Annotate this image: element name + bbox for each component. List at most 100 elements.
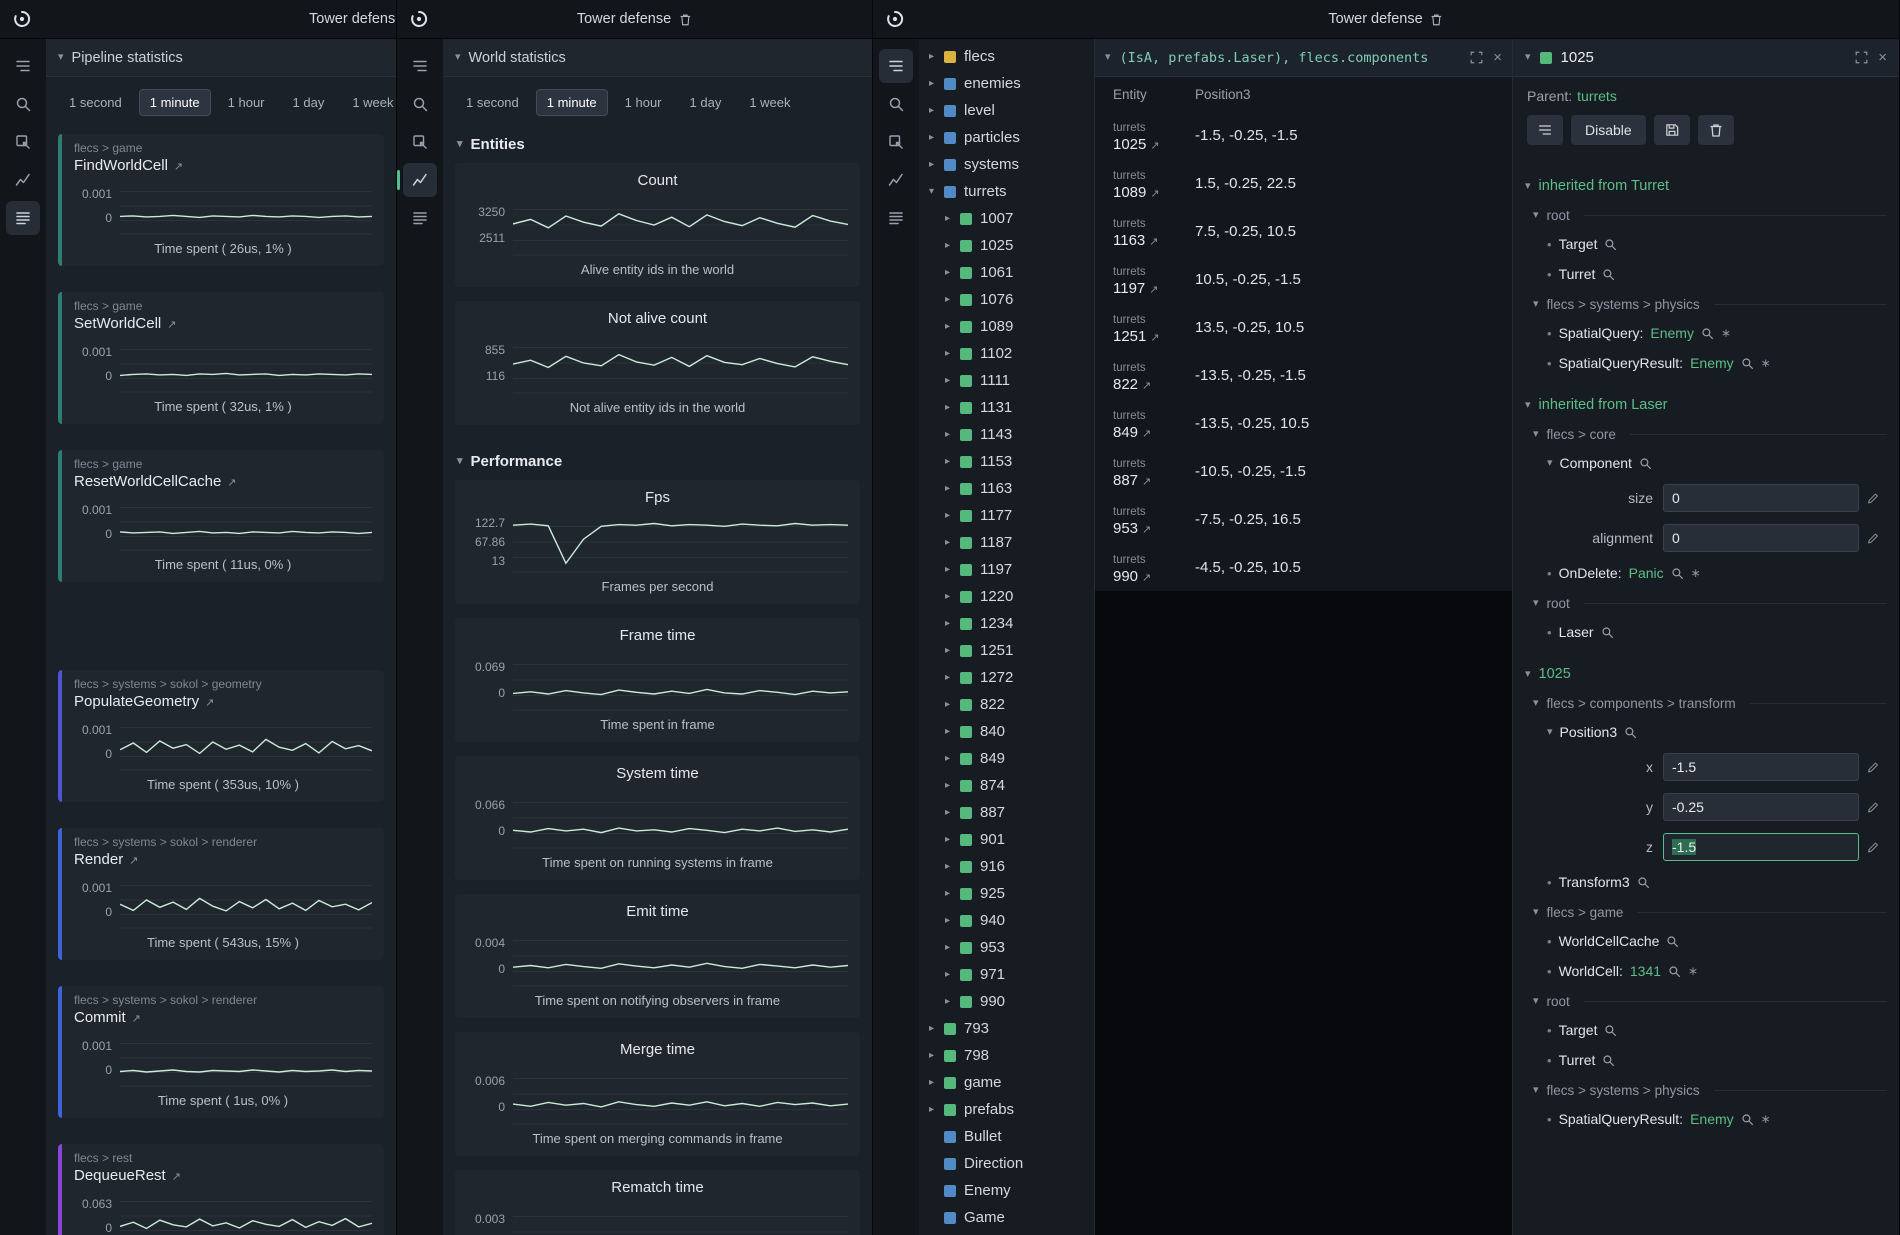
tree-item[interactable]: ▸ 1089 <box>919 313 1094 340</box>
entity-tree[interactable]: ▸ flecs ▸ enemies <box>919 39 1095 1235</box>
chevron-right-icon[interactable]: ▸ <box>945 645 960 656</box>
sidebar-icon-button[interactable] <box>879 163 913 197</box>
chevron-right-icon[interactable]: ▸ <box>945 888 960 899</box>
chevron-right-icon[interactable]: ▸ <box>945 753 960 764</box>
entity-id-link[interactable]: 1025 ↗ <box>1113 136 1195 153</box>
chevron-right-icon[interactable]: ▸ <box>945 726 960 737</box>
chevron-right-icon[interactable]: ▸ <box>945 483 960 494</box>
entity-id-link[interactable]: 953 ↗ <box>1113 520 1195 537</box>
edit-icon[interactable] <box>1859 531 1887 545</box>
disable-button[interactable]: Disable <box>1571 115 1646 145</box>
sidebar-icon-button[interactable] <box>403 201 437 235</box>
inspector-scope-row[interactable]: ▾ flecs > game <box>1513 897 1899 926</box>
query-row[interactable]: turrets 990 ↗ -4.5, -0.25, 10.5 <box>1095 543 1512 591</box>
tree-item[interactable]: ▸ 1102 <box>919 340 1094 367</box>
search-icon[interactable] <box>1639 457 1652 470</box>
inspector-section-header[interactable]: ▾ inherited from Turret <box>1513 167 1899 200</box>
chevron-down-icon[interactable]: ▾ <box>1525 400 1531 411</box>
sidebar-icon-button[interactable] <box>403 49 437 83</box>
tree-item[interactable]: Health <box>919 1231 1094 1235</box>
chevron-down-icon[interactable]: ▾ <box>1105 52 1111 63</box>
tree-item[interactable]: ▸ 1272 <box>919 664 1094 691</box>
search-icon[interactable] <box>1637 876 1650 889</box>
chevron-down-icon[interactable]: ▾ <box>455 52 461 63</box>
chevron-right-icon[interactable]: ▸ <box>945 780 960 791</box>
tree-item[interactable]: ▸ 1111 <box>919 367 1094 394</box>
entity-id-link[interactable]: 887 ↗ <box>1113 472 1195 489</box>
tree-item[interactable]: ▸ 901 <box>919 826 1094 853</box>
chevron-right-icon[interactable]: ▸ <box>929 1023 944 1034</box>
tree-item[interactable]: ▸ flecs <box>919 43 1094 70</box>
tree-item[interactable]: ▸ 1197 <box>919 556 1094 583</box>
tree-item[interactable]: ▸ 1061 <box>919 259 1094 286</box>
close-icon[interactable]: × <box>1878 49 1887 66</box>
tree-item[interactable]: ▸ prefabs <box>919 1096 1094 1123</box>
tree-item[interactable]: ▸ 971 <box>919 961 1094 988</box>
entity-id-link[interactable]: 822 ↗ <box>1113 376 1195 393</box>
chevron-right-icon[interactable]: ▸ <box>945 537 960 548</box>
component-row[interactable]: • WorldCellCache <box>1513 926 1899 956</box>
delete-button[interactable] <box>1698 115 1734 145</box>
external-link-icon[interactable]: ↗ <box>174 160 183 173</box>
chevron-right-icon[interactable]: ▸ <box>929 105 944 116</box>
search-icon[interactable] <box>1668 965 1681 978</box>
period-button[interactable]: 1 day <box>679 89 733 116</box>
chevron-right-icon[interactable]: ▸ <box>945 348 960 359</box>
chevron-down-icon[interactable]: ▾ <box>1533 299 1539 310</box>
sidebar-icon-button[interactable] <box>879 201 913 235</box>
edit-icon[interactable] <box>1859 800 1887 814</box>
sidebar-icon-button[interactable] <box>403 163 437 197</box>
query-row[interactable]: turrets 1089 ↗ 1.5, -0.25, 22.5 <box>1095 159 1512 207</box>
tree-item[interactable]: ▸ 1143 <box>919 421 1094 448</box>
tree-item[interactable]: Game <box>919 1204 1094 1231</box>
period-button[interactable]: 1 second <box>58 89 133 116</box>
entity-id-link[interactable]: 990 ↗ <box>1113 568 1195 585</box>
chevron-right-icon[interactable]: ▸ <box>945 969 960 980</box>
chevron-right-icon[interactable]: ▸ <box>945 429 960 440</box>
tree-item[interactable]: ▸ 1177 <box>919 502 1094 529</box>
component-row[interactable]: • Target <box>1513 1015 1899 1045</box>
edit-icon[interactable] <box>1859 840 1887 854</box>
search-icon[interactable] <box>1604 1024 1617 1037</box>
component-row[interactable]: • SpatialQueryResult: Enemy ∗ <box>1513 1104 1899 1134</box>
chevron-right-icon[interactable]: ▸ <box>945 618 960 629</box>
tree-item[interactable]: ▸ 990 <box>919 988 1094 1015</box>
chevron-down-icon[interactable]: ▾ <box>1533 598 1539 609</box>
save-button[interactable] <box>1654 115 1690 145</box>
chevron-right-icon[interactable]: ▸ <box>929 1104 944 1115</box>
close-icon[interactable]: × <box>1493 49 1502 66</box>
period-button[interactable]: 1 week <box>738 89 801 116</box>
component-expanded-row[interactable]: ▾ Position3 <box>1513 717 1899 747</box>
world-stat-cards[interactable]: ▾ Entities Count 3250 <box>443 122 872 1235</box>
sidebar-icon-button[interactable] <box>6 163 40 197</box>
search-icon[interactable] <box>1666 935 1679 948</box>
component-row[interactable]: • Turret <box>1513 1045 1899 1075</box>
chevron-down-icon[interactable]: ▾ <box>1525 52 1531 63</box>
tree-item[interactable]: ▸ 887 <box>919 799 1094 826</box>
trash-icon[interactable] <box>678 12 692 27</box>
tree-item[interactable]: ▸ 1163 <box>919 475 1094 502</box>
external-link-icon[interactable]: ↗ <box>167 318 176 331</box>
period-button[interactable]: 1 minute <box>536 89 608 116</box>
entity-id-link[interactable]: 1163 ↗ <box>1113 232 1195 249</box>
tree-item[interactable]: ▸ 1220 <box>919 583 1094 610</box>
query-row[interactable]: turrets 1251 ↗ 13.5, -0.25, 10.5 <box>1095 303 1512 351</box>
inspector-scope-row[interactable]: ▾ root <box>1513 588 1899 617</box>
period-button[interactable]: 1 second <box>455 89 530 116</box>
sidebar-icon-button[interactable] <box>6 125 40 159</box>
edit-icon[interactable] <box>1859 760 1887 774</box>
tree-item[interactable]: ▸ 822 <box>919 691 1094 718</box>
query-row[interactable]: turrets 1197 ↗ 10.5, -0.25, -1.5 <box>1095 255 1512 303</box>
search-icon[interactable] <box>1741 357 1754 370</box>
tree-item[interactable]: ▸ 1076 <box>919 286 1094 313</box>
tree-item[interactable]: Enemy <box>919 1177 1094 1204</box>
expand-icon[interactable] <box>1469 50 1484 65</box>
chevron-right-icon[interactable]: ▸ <box>945 861 960 872</box>
search-icon[interactable] <box>1624 726 1637 739</box>
component-row[interactable]: • Transform3 <box>1513 867 1899 897</box>
tree-item[interactable]: ▸ game <box>919 1069 1094 1096</box>
entity-id-link[interactable]: 1251 ↗ <box>1113 328 1195 345</box>
component-row[interactable]: • Laser <box>1513 617 1899 647</box>
sidebar-icon-button[interactable] <box>879 87 913 121</box>
field-input[interactable]: 0 <box>1663 484 1859 512</box>
